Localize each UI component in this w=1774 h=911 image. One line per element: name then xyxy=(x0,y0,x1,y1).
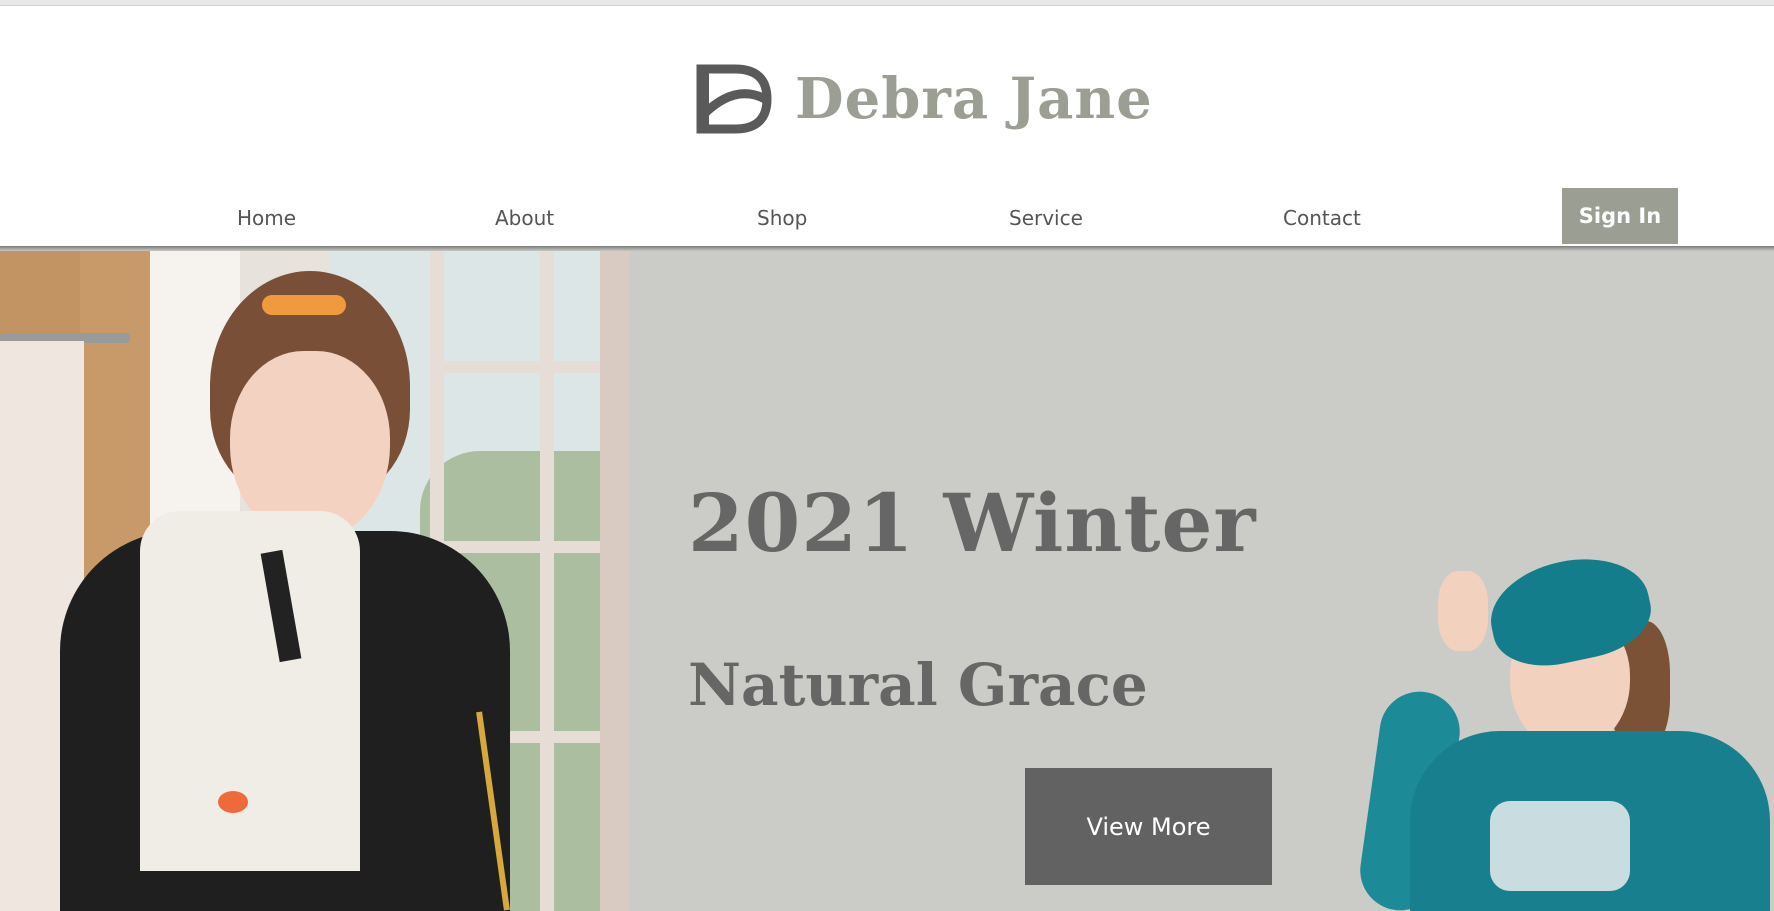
nav-shop[interactable]: Shop xyxy=(757,206,807,230)
view-more-button[interactable]: View More xyxy=(1025,768,1272,885)
hero-photo-right xyxy=(1355,545,1774,911)
nav-home[interactable]: Home xyxy=(237,206,296,230)
top-border xyxy=(0,0,1774,6)
sign-in-button[interactable]: Sign In xyxy=(1562,188,1678,244)
hero-banner: 2021 Winter Natural Grace View More xyxy=(0,251,1774,911)
brand[interactable]: Debra Jane xyxy=(695,62,1153,136)
hero-photo-left xyxy=(0,251,630,911)
nav-contact[interactable]: Contact xyxy=(1283,206,1361,230)
nav-about[interactable]: About xyxy=(495,206,554,230)
nav-service[interactable]: Service xyxy=(1009,206,1083,230)
main-nav: Home About Shop Service Contact xyxy=(0,186,1774,246)
brand-name: Debra Jane xyxy=(795,66,1153,132)
hero-title: 2021 Winter xyxy=(688,476,1257,570)
logo-icon xyxy=(696,64,772,134)
hero-subtitle: Natural Grace xyxy=(688,651,1148,719)
